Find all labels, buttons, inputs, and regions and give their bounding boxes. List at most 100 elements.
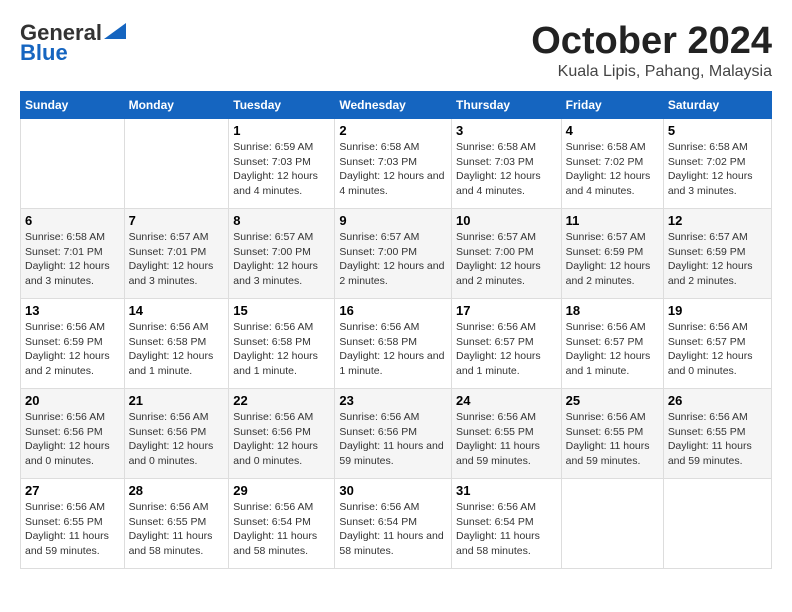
calendar-cell: 11Sunrise: 6:57 AMSunset: 6:59 PMDayligh… bbox=[561, 209, 663, 299]
day-info: Sunrise: 6:56 AMSunset: 6:54 PMDaylight:… bbox=[339, 500, 447, 559]
day-info: Sunrise: 6:56 AMSunset: 6:57 PMDaylight:… bbox=[668, 320, 767, 379]
day-number: 1 bbox=[233, 123, 330, 138]
day-info: Sunrise: 6:56 AMSunset: 6:54 PMDaylight:… bbox=[456, 500, 557, 559]
calendar-cell: 14 Sunrise: 6:56 AMSunset: 6:58 PMDayligh… bbox=[124, 299, 229, 389]
day-info: Sunrise: 6:56 AMSunset: 6:56 PMDaylight:… bbox=[25, 410, 120, 469]
day-info: Sunrise: 6:56 AMSunset: 6:55 PMDaylight:… bbox=[668, 410, 767, 469]
day-number: 13 bbox=[25, 303, 120, 318]
day-info: Sunrise: 6:56 AMSunset: 6:58 PMDaylight:… bbox=[233, 320, 330, 379]
day-number: 31 bbox=[456, 483, 557, 498]
day-number: 27 bbox=[25, 483, 120, 498]
calendar-subtitle: Kuala Lipis, Pahang, Malaysia bbox=[531, 63, 772, 81]
day-info: Sunrise: 6:56 AMSunset: 6:58 PMDaylight:… bbox=[339, 320, 447, 379]
calendar-cell: 12 Sunrise: 6:57 AMSunset: 6:59 PMDayligh… bbox=[663, 209, 771, 299]
calendar-cell: 28 Sunrise: 6:56 AMSunset: 6:55 PMDayligh… bbox=[124, 479, 229, 569]
calendar-cell: 25Sunrise: 6:56 AMSunset: 6:55 PMDayligh… bbox=[561, 389, 663, 479]
day-info: Sunrise: 6:58 AMSunset: 7:03 PMDaylight:… bbox=[339, 140, 447, 199]
calendar-cell: 4 Sunrise: 6:58 AMSunset: 7:02 PMDaylight… bbox=[561, 119, 663, 209]
day-info: Sunrise: 6:57 AMSunset: 7:00 PMDaylight:… bbox=[339, 230, 447, 289]
calendar-week-row: 13 Sunrise: 6:56 AMSunset: 6:59 PMDayligh… bbox=[21, 299, 772, 389]
calendar-cell: 16Sunrise: 6:56 AMSunset: 6:58 PMDayligh… bbox=[335, 299, 452, 389]
day-info: Sunrise: 6:56 AMSunset: 6:55 PMDaylight:… bbox=[129, 500, 225, 559]
header: General Blue October 2024 Kuala Lipis, P… bbox=[20, 20, 772, 81]
calendar-cell: 19 Sunrise: 6:56 AMSunset: 6:57 PMDayligh… bbox=[663, 299, 771, 389]
day-number: 18 bbox=[566, 303, 659, 318]
calendar-cell: 9 Sunrise: 6:57 AMSunset: 7:00 PMDaylight… bbox=[335, 209, 452, 299]
calendar-cell: 2Sunrise: 6:58 AMSunset: 7:03 PMDaylight… bbox=[335, 119, 452, 209]
day-info: Sunrise: 6:56 AMSunset: 6:59 PMDaylight:… bbox=[25, 320, 120, 379]
calendar-cell: 29Sunrise: 6:56 AMSunset: 6:54 PMDayligh… bbox=[229, 479, 335, 569]
calendar-cell bbox=[663, 479, 771, 569]
calendar-cell: 20 Sunrise: 6:56 AMSunset: 6:56 PMDayligh… bbox=[21, 389, 125, 479]
day-info: Sunrise: 6:56 AMSunset: 6:57 PMDaylight:… bbox=[456, 320, 557, 379]
calendar-cell: 22 Sunrise: 6:56 AMSunset: 6:56 PMDayligh… bbox=[229, 389, 335, 479]
day-info: Sunrise: 6:59 AMSunset: 7:03 PMDaylight:… bbox=[233, 140, 330, 199]
day-info: Sunrise: 6:56 AMSunset: 6:55 PMDaylight:… bbox=[25, 500, 120, 559]
day-number: 5 bbox=[668, 123, 767, 138]
day-number: 21 bbox=[129, 393, 225, 408]
calendar-cell: 23 Sunrise: 6:56 AMSunset: 6:56 PMDayligh… bbox=[335, 389, 452, 479]
day-number: 9 bbox=[339, 213, 447, 228]
logo-blue: Blue bbox=[20, 40, 68, 66]
logo-icon bbox=[104, 23, 126, 39]
day-number: 22 bbox=[233, 393, 330, 408]
day-number: 26 bbox=[668, 393, 767, 408]
weekday-header-monday: Monday bbox=[124, 92, 229, 119]
day-info: Sunrise: 6:56 AMSunset: 6:56 PMDaylight:… bbox=[233, 410, 330, 469]
day-number: 14 bbox=[129, 303, 225, 318]
weekday-header-tuesday: Tuesday bbox=[229, 92, 335, 119]
weekday-header-thursday: Thursday bbox=[452, 92, 562, 119]
calendar-cell: 1 Sunrise: 6:59 AMSunset: 7:03 PMDaylight… bbox=[229, 119, 335, 209]
calendar-cell: 10 Sunrise: 6:57 AMSunset: 7:00 PMDayligh… bbox=[452, 209, 562, 299]
day-number: 17 bbox=[456, 303, 557, 318]
day-number: 11 bbox=[566, 213, 659, 228]
day-number: 20 bbox=[25, 393, 120, 408]
title-section: October 2024 Kuala Lipis, Pahang, Malays… bbox=[531, 20, 772, 81]
day-info: Sunrise: 6:56 AMSunset: 6:56 PMDaylight:… bbox=[129, 410, 225, 469]
day-info: Sunrise: 6:57 AMSunset: 7:01 PMDaylight:… bbox=[129, 230, 225, 289]
calendar-week-row: 27 Sunrise: 6:56 AMSunset: 6:55 PMDayligh… bbox=[21, 479, 772, 569]
logo: General Blue bbox=[20, 20, 126, 66]
day-info: Sunrise: 6:56 AMSunset: 6:55 PMDaylight:… bbox=[566, 410, 659, 469]
day-number: 19 bbox=[668, 303, 767, 318]
calendar-cell: 27 Sunrise: 6:56 AMSunset: 6:55 PMDayligh… bbox=[21, 479, 125, 569]
calendar-table: SundayMondayTuesdayWednesdayThursdayFrid… bbox=[20, 91, 772, 569]
day-info: Sunrise: 6:58 AMSunset: 7:02 PMDaylight:… bbox=[566, 140, 659, 199]
weekday-header-row: SundayMondayTuesdayWednesdayThursdayFrid… bbox=[21, 92, 772, 119]
day-info: Sunrise: 6:56 AMSunset: 6:54 PMDaylight:… bbox=[233, 500, 330, 559]
calendar-week-row: 6Sunrise: 6:58 AMSunset: 7:01 PMDaylight… bbox=[21, 209, 772, 299]
weekday-header-friday: Friday bbox=[561, 92, 663, 119]
day-info: Sunrise: 6:57 AMSunset: 6:59 PMDaylight:… bbox=[668, 230, 767, 289]
day-number: 7 bbox=[129, 213, 225, 228]
weekday-header-sunday: Sunday bbox=[21, 92, 125, 119]
calendar-cell: 18 Sunrise: 6:56 AMSunset: 6:57 PMDayligh… bbox=[561, 299, 663, 389]
calendar-cell: 24 Sunrise: 6:56 AMSunset: 6:55 PMDayligh… bbox=[452, 389, 562, 479]
day-number: 4 bbox=[566, 123, 659, 138]
day-info: Sunrise: 6:56 AMSunset: 6:57 PMDaylight:… bbox=[566, 320, 659, 379]
day-number: 10 bbox=[456, 213, 557, 228]
day-number: 15 bbox=[233, 303, 330, 318]
day-info: Sunrise: 6:58 AMSunset: 7:02 PMDaylight:… bbox=[668, 140, 767, 199]
calendar-cell: 21 Sunrise: 6:56 AMSunset: 6:56 PMDayligh… bbox=[124, 389, 229, 479]
calendar-cell: 7 Sunrise: 6:57 AMSunset: 7:01 PMDaylight… bbox=[124, 209, 229, 299]
calendar-week-row: 1 Sunrise: 6:59 AMSunset: 7:03 PMDaylight… bbox=[21, 119, 772, 209]
weekday-header-wednesday: Wednesday bbox=[335, 92, 452, 119]
calendar-cell: 6Sunrise: 6:58 AMSunset: 7:01 PMDaylight… bbox=[21, 209, 125, 299]
day-info: Sunrise: 6:57 AMSunset: 7:00 PMDaylight:… bbox=[456, 230, 557, 289]
day-number: 23 bbox=[339, 393, 447, 408]
calendar-cell bbox=[561, 479, 663, 569]
day-number: 28 bbox=[129, 483, 225, 498]
calendar-cell: 13 Sunrise: 6:56 AMSunset: 6:59 PMDayligh… bbox=[21, 299, 125, 389]
day-number: 12 bbox=[668, 213, 767, 228]
calendar-cell: 17 Sunrise: 6:56 AMSunset: 6:57 PMDayligh… bbox=[452, 299, 562, 389]
calendar-cell: 26 Sunrise: 6:56 AMSunset: 6:55 PMDayligh… bbox=[663, 389, 771, 479]
day-number: 8 bbox=[233, 213, 330, 228]
day-number: 6 bbox=[25, 213, 120, 228]
day-info: Sunrise: 6:57 AMSunset: 7:00 PMDaylight:… bbox=[233, 230, 330, 289]
day-number: 3 bbox=[456, 123, 557, 138]
day-info: Sunrise: 6:56 AMSunset: 6:58 PMDaylight:… bbox=[129, 320, 225, 379]
weekday-header-saturday: Saturday bbox=[663, 92, 771, 119]
day-info: Sunrise: 6:56 AMSunset: 6:56 PMDaylight:… bbox=[339, 410, 447, 469]
day-number: 24 bbox=[456, 393, 557, 408]
day-info: Sunrise: 6:56 AMSunset: 6:55 PMDaylight:… bbox=[456, 410, 557, 469]
